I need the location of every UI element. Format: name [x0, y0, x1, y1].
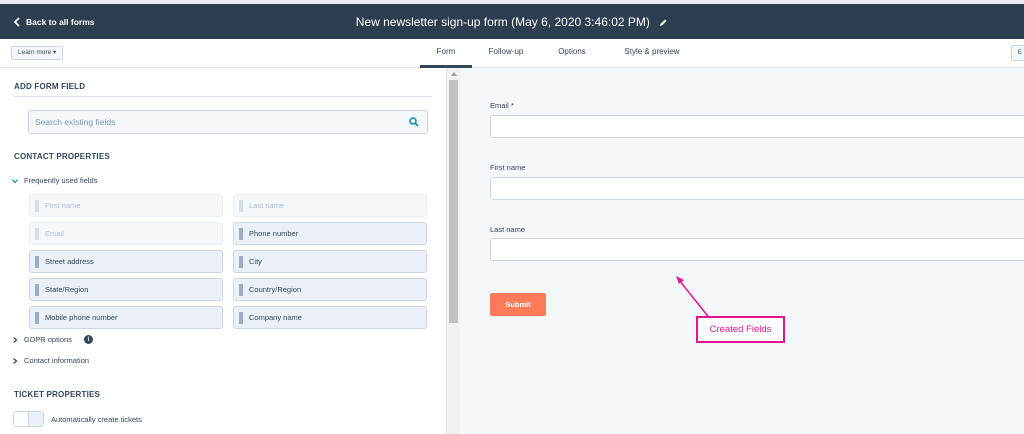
- created-fields-annotation: Created Fields: [696, 316, 785, 343]
- contact-information-toggle[interactable]: Contact information: [12, 356, 89, 365]
- drag-handle-icon: [239, 200, 243, 212]
- gdpr-options-toggle[interactable]: GDPR options i: [12, 335, 93, 344]
- search-fields-input[interactable]: [35, 115, 395, 129]
- tab-follow-up[interactable]: Follow-up: [472, 39, 540, 68]
- tab-style-preview[interactable]: Style & preview: [604, 39, 700, 68]
- add-form-field-heading: ADD FORM FIELD: [14, 82, 86, 91]
- edge-button[interactable]: E: [1011, 45, 1024, 61]
- field-city[interactable]: City: [233, 250, 427, 273]
- divider: [14, 96, 432, 97]
- submit-button[interactable]: Submit: [490, 293, 546, 316]
- field-label: City: [249, 257, 262, 266]
- preview-email-input[interactable]: [490, 115, 1024, 138]
- field-panel: ADD FORM FIELD CONTACT PROPERTIES Freque…: [0, 68, 446, 434]
- auto-ticket-label: Automatically create tickets: [51, 415, 142, 424]
- drag-handle-icon[interactable]: [239, 228, 243, 240]
- scroll-up-arrow-icon[interactable]: [451, 72, 457, 76]
- preview-last-name-label: Last name: [490, 225, 526, 234]
- frequent-fields-toggle[interactable]: Frequently used fields: [12, 176, 97, 185]
- search-box: [28, 110, 428, 134]
- gdpr-options-label: GDPR options: [24, 335, 72, 344]
- contact-information-label: Contact information: [24, 356, 90, 365]
- field-label: First name: [45, 201, 81, 210]
- field-email: Email: [29, 222, 223, 245]
- tab-form[interactable]: Form: [420, 39, 472, 68]
- drag-handle-icon: [35, 200, 39, 212]
- editor-tabs: Form Follow-up Options Style & preview: [420, 39, 700, 68]
- form-title: New newsletter sign-up form (May 6, 2020…: [0, 15, 1024, 29]
- preview-first-name-label: First name: [490, 163, 526, 172]
- field-label: State/Region: [45, 285, 89, 294]
- toggle-knob: [14, 412, 29, 426]
- field-label: Last name: [249, 201, 285, 210]
- field-label: Street address: [45, 257, 94, 266]
- drag-handle-icon: [35, 228, 39, 240]
- chevron-right-icon: [13, 336, 18, 343]
- contact-properties-heading: CONTACT PROPERTIES: [14, 152, 110, 161]
- preview-first-name-input[interactable]: [490, 177, 1024, 200]
- search-icon[interactable]: [409, 117, 419, 127]
- top-header: Back to all forms New newsletter sign-up…: [0, 0, 1024, 39]
- drag-handle-icon[interactable]: [35, 312, 39, 324]
- field-label: Email: [45, 229, 64, 238]
- preview-last-name-input[interactable]: [490, 238, 1024, 261]
- chevron-right-icon: [13, 357, 18, 364]
- pencil-icon[interactable]: [659, 18, 668, 27]
- field-company-name[interactable]: Company name: [233, 306, 427, 329]
- drag-handle-icon[interactable]: [35, 256, 39, 268]
- auto-ticket-toggle[interactable]: [13, 411, 44, 427]
- drag-handle-icon[interactable]: [239, 284, 243, 296]
- field-street-address[interactable]: Street address: [29, 250, 223, 273]
- field-label: Company name: [249, 313, 302, 322]
- form-title-text: New newsletter sign-up form (May 6, 2020…: [355, 15, 650, 29]
- field-mobile-phone[interactable]: Mobile phone number: [29, 306, 223, 329]
- drag-handle-icon[interactable]: [239, 256, 243, 268]
- ticket-properties-heading: TICKET PROPERTIES: [14, 390, 101, 399]
- preview-email-label: Email *: [490, 101, 514, 110]
- field-country-region[interactable]: Country/Region: [233, 278, 427, 301]
- tab-bar: Learn more ▾ Form Follow-up Options Styl…: [0, 39, 1024, 68]
- field-phone-number[interactable]: Phone number: [233, 222, 427, 245]
- tab-options[interactable]: Options: [540, 39, 604, 68]
- field-state-region[interactable]: State/Region: [29, 278, 223, 301]
- frequent-fields-label: Frequently used fields: [24, 176, 98, 185]
- learn-more-button[interactable]: Learn more ▾: [11, 46, 64, 60]
- field-label: Country/Region: [249, 285, 302, 294]
- field-first-name: First name: [29, 194, 223, 217]
- panel-scrollbar[interactable]: [446, 68, 460, 434]
- field-label: Phone number: [249, 229, 299, 238]
- drag-handle-icon[interactable]: [239, 312, 243, 324]
- chevron-down-icon: [12, 178, 18, 183]
- field-label: Mobile phone number: [45, 313, 118, 322]
- drag-handle-icon[interactable]: [35, 284, 39, 296]
- scroll-thumb[interactable]: [449, 80, 458, 323]
- form-preview: Email * First name Last name Submit Crea…: [460, 68, 1024, 434]
- info-icon[interactable]: i: [83, 335, 93, 344]
- field-last-name: Last name: [233, 194, 427, 217]
